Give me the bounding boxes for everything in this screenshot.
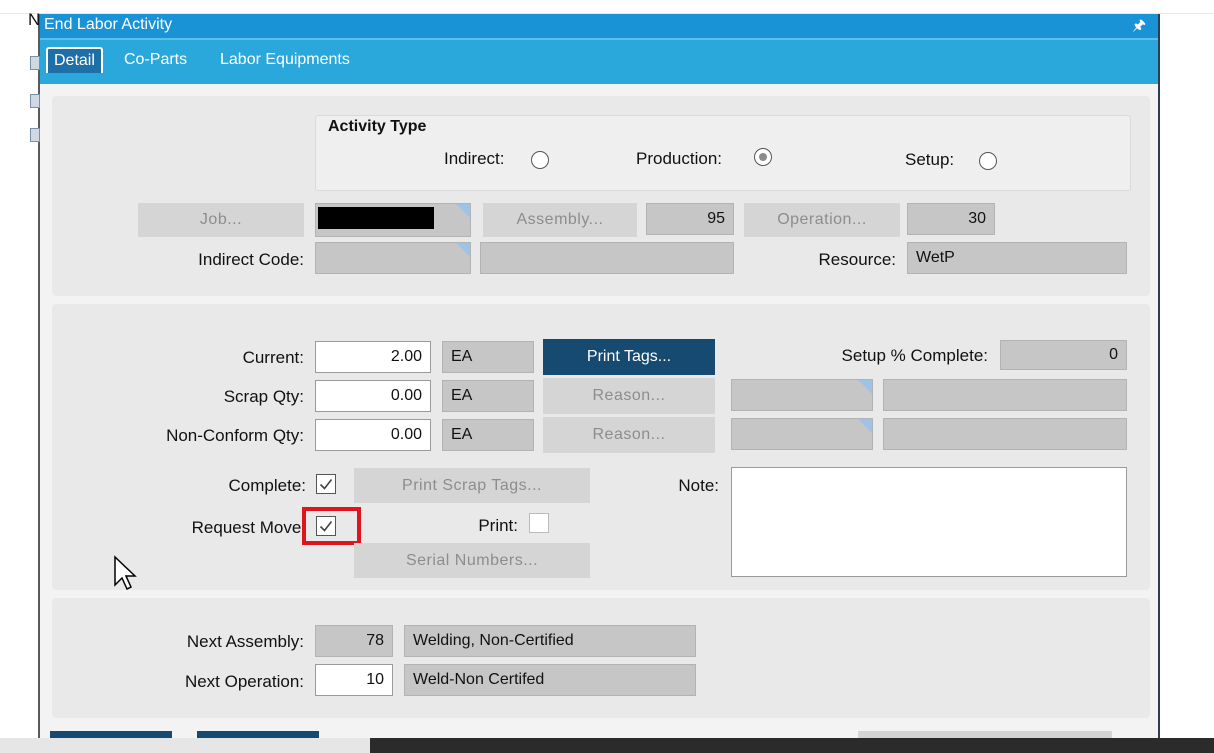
- nonconform-qty-label: Non-Conform Qty:: [166, 426, 304, 445]
- background-text: N: [28, 10, 41, 29]
- nonconform-qty-input[interactable]: 0.00: [315, 419, 431, 451]
- setup-complete-field: 0: [1000, 340, 1127, 370]
- scrap-reason-code-field[interactable]: [731, 379, 873, 411]
- print-checkbox[interactable]: [529, 513, 549, 533]
- operation-seq-field: 30: [907, 203, 995, 235]
- production-label: Production:: [636, 149, 722, 168]
- current-uom-field: EA: [442, 341, 534, 373]
- resource-field: WetP: [907, 242, 1127, 274]
- background-doc-icon: [30, 56, 40, 70]
- scrap-qty-input[interactable]: 0.00: [315, 380, 431, 412]
- indirect-code-field[interactable]: [315, 242, 471, 274]
- production-radio[interactable]: [754, 148, 772, 166]
- request-move-label: Request Move:: [191, 518, 306, 537]
- operation-button[interactable]: Operation...: [744, 203, 900, 237]
- redacted-job-number: [318, 207, 434, 229]
- checkmark-icon: [319, 479, 333, 490]
- lookup-corner-icon: [456, 243, 470, 257]
- next-assembly-description: Welding, Non-Certified: [404, 625, 696, 657]
- taskbar-left-area: [0, 738, 370, 753]
- tab-bar: Detail Co-Parts Labor Equipments: [40, 38, 1158, 84]
- next-operation-description: Weld-Non Certifed: [404, 664, 696, 696]
- tab-co-parts[interactable]: Co-Parts: [124, 51, 187, 69]
- note-label: Note:: [678, 476, 719, 495]
- pin-icon[interactable]: 🖈︎: [1132, 15, 1146, 40]
- complete-label: Complete:: [228, 476, 306, 495]
- resource-label: Resource:: [818, 250, 896, 269]
- setup-label: Setup:: [905, 150, 955, 169]
- cancel-button[interactable]: [197, 731, 319, 738]
- tab-labor-equipments[interactable]: Labor Equipments: [220, 51, 350, 69]
- background-doc-icon: [30, 128, 40, 142]
- next-assembly-label: Next Assembly:: [186, 632, 304, 651]
- background-app-left: [0, 14, 42, 753]
- note-textarea[interactable]: [731, 467, 1127, 577]
- print-tags-button[interactable]: Print Tags...: [543, 339, 715, 375]
- complete-checkbox[interactable]: [316, 474, 336, 494]
- nonconform-reason-button[interactable]: Reason...: [543, 417, 715, 453]
- window-title-bar: End Labor Activity 🖈︎: [40, 14, 1158, 38]
- current-label: Current:: [242, 348, 304, 367]
- serial-numbers-button[interactable]: Serial Numbers...: [354, 543, 590, 578]
- indirect-radio[interactable]: [531, 151, 549, 169]
- activity-type-group: [315, 115, 1131, 191]
- scrap-uom-field: EA: [442, 380, 534, 412]
- background-app-strip: [0, 0, 1214, 14]
- assembly-button[interactable]: Assembly...: [483, 203, 637, 237]
- assembly-seq-field: 95: [646, 203, 734, 235]
- next-panel: [52, 598, 1150, 718]
- indirect-code-description: [480, 242, 734, 274]
- request-move-checkbox[interactable]: [316, 516, 336, 536]
- nonconform-uom-field: EA: [442, 419, 534, 451]
- background-doc-icon: [30, 94, 40, 108]
- ok-button[interactable]: [50, 731, 172, 738]
- activity-type-title: Activity Type: [328, 118, 427, 135]
- job-button[interactable]: Job...: [138, 203, 304, 237]
- current-qty-input[interactable]: 2.00: [315, 341, 431, 373]
- scrap-qty-label: Scrap Qty:: [223, 387, 304, 406]
- next-operation-label: Next Operation:: [184, 672, 304, 691]
- window-title: End Labor Activity: [44, 16, 173, 33]
- scrap-reason-button[interactable]: Reason...: [543, 378, 715, 414]
- scrap-reason-description: [883, 379, 1127, 411]
- nonconform-reason-code-field[interactable]: [731, 418, 873, 450]
- tab-detail[interactable]: Detail: [46, 47, 103, 73]
- background-app-right: [1158, 14, 1214, 753]
- nonconform-reason-description: [883, 418, 1127, 450]
- job-field[interactable]: [315, 203, 471, 237]
- checkmark-icon: [319, 521, 333, 532]
- lookup-corner-icon: [858, 419, 872, 433]
- next-assembly-field: 78: [315, 625, 393, 657]
- setup-radio[interactable]: [979, 152, 997, 170]
- indirect-label: Indirect:: [444, 149, 505, 168]
- indirect-code-label: Indirect Code:: [198, 250, 304, 269]
- next-operation-input[interactable]: 10: [315, 664, 393, 696]
- lookup-corner-icon: [858, 380, 872, 394]
- secondary-button[interactable]: [858, 731, 1112, 738]
- setup-complete-label: Setup % Complete:: [841, 346, 988, 365]
- print-scrap-tags-button[interactable]: Print Scrap Tags...: [354, 468, 590, 503]
- lookup-corner-icon: [456, 204, 470, 218]
- print-label: Print:: [478, 516, 518, 535]
